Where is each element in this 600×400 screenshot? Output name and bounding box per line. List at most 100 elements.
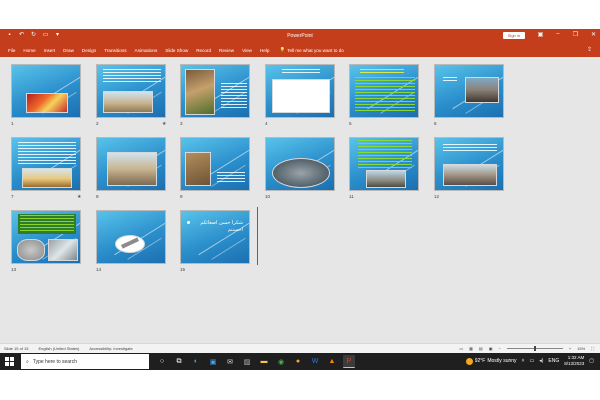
sign-in-button[interactable]: Sign in (502, 32, 525, 39)
photos-icon[interactable]: ▨ (241, 355, 253, 368)
clock[interactable]: 1:32 AM 8/13/2023 (564, 355, 584, 367)
slide-image (443, 164, 497, 186)
volume-icon[interactable]: ◂) (539, 358, 543, 364)
tab-record[interactable]: Record (196, 48, 211, 53)
transition-star-icon[interactable]: ★ (77, 194, 81, 200)
slide-image (366, 170, 406, 188)
weather-temp: 92°F (474, 358, 486, 364)
slide-thumbnail[interactable] (96, 210, 166, 264)
slide-sorter-view-icon[interactable]: ▦ (469, 346, 473, 351)
language-indicator[interactable]: English (United States) (38, 346, 79, 351)
tab-slide-show[interactable]: Slide Show (165, 48, 188, 53)
slide-thumbnail[interactable] (180, 64, 250, 118)
bullet-icon (187, 221, 190, 224)
slide-thumbnail[interactable] (434, 137, 504, 191)
normal-view-icon[interactable]: ▭ (459, 346, 463, 351)
notifications-icon[interactable]: ▢ (589, 358, 594, 364)
slide-image (103, 91, 153, 113)
slide-thumbnail[interactable] (11, 64, 81, 118)
weather-widget[interactable]: 92°F Mostly sunny (465, 357, 517, 365)
tab-view[interactable]: View (242, 48, 252, 53)
tab-help[interactable]: Help (260, 48, 269, 53)
slide-thumbnail[interactable] (349, 137, 419, 191)
file-explorer-icon[interactable]: ▬ (258, 355, 270, 368)
zoom-out-icon[interactable]: − (498, 346, 500, 351)
slide-image (22, 168, 72, 188)
slide-thumbnail[interactable] (11, 210, 81, 264)
mail-icon[interactable]: ✉ (224, 355, 236, 368)
edge-icon[interactable]: ◐ (190, 355, 202, 368)
transition-star-icon[interactable]: ★ (162, 121, 166, 127)
language-indicator-taskbar[interactable]: ENG (548, 358, 559, 364)
slide-thumbnail[interactable] (11, 137, 81, 191)
chrome-icon[interactable]: ◉ (275, 355, 287, 368)
slide-thumbnail[interactable] (96, 64, 166, 118)
share-icon[interactable]: ⇪ (587, 46, 592, 53)
slide-thumbnail[interactable] (265, 137, 335, 191)
slide-text-block (103, 69, 161, 83)
firefox-icon[interactable]: ● (292, 355, 304, 368)
slide-number: 9 (180, 194, 183, 199)
window-controls: ▣ – ❐ ✕ (538, 31, 596, 38)
tab-review[interactable]: Review (219, 48, 234, 53)
slide-title-line: شكرا حسن اصغائكم (200, 220, 243, 226)
reading-view-icon[interactable]: ▤ (479, 346, 483, 351)
close-button[interactable]: ✕ (591, 31, 596, 38)
cortana-icon[interactable]: ○ (156, 355, 168, 368)
slide-thumbnail[interactable] (180, 137, 250, 191)
tab-home[interactable]: Home (23, 48, 35, 53)
tab-file[interactable]: File (8, 48, 15, 53)
slide-number: 6 (434, 121, 437, 126)
tab-animations[interactable]: Animations (135, 48, 158, 53)
slide-text-block (18, 142, 76, 164)
powerpoint-icon[interactable]: P (343, 355, 355, 368)
slide-text-block (282, 69, 320, 75)
slide-number: 4 (265, 121, 268, 126)
sun-icon (465, 357, 473, 365)
insertion-marker (257, 207, 258, 265)
zoom-in-icon[interactable]: + (569, 346, 571, 351)
slide-number: 5 (349, 121, 352, 126)
slide-image (185, 69, 215, 115)
zoom-slider[interactable] (506, 346, 563, 351)
tell-me-box[interactable]: 💡 Tell me what you want to do (279, 47, 343, 53)
search-icon: ⌕ (26, 358, 29, 365)
slide-number: 3 (180, 121, 183, 126)
slide-counter: Slide 15 of 15 (4, 346, 29, 351)
clock-date: 8/13/2023 (564, 361, 585, 366)
taskbar-search-box[interactable]: ⌕ Type here to search (21, 354, 149, 369)
ribbon-display-icon[interactable]: ▣ (538, 31, 544, 38)
slide-number: 10 (265, 194, 271, 199)
slide-text-block (217, 172, 245, 182)
task-view-icon[interactable]: ⧉ (173, 355, 185, 368)
slide-thumbnail[interactable] (96, 137, 166, 191)
chevron-up-icon[interactable]: ˄ (522, 358, 525, 364)
tab-transitions[interactable]: Transitions (104, 48, 126, 53)
windows-start-icon[interactable] (5, 357, 14, 366)
microsoft-store-icon[interactable]: ▣ (207, 355, 219, 368)
title-bar: ▪ ↶ ↻ ▭ ▾ PowerPoint Sign in ▣ – ❐ ✕ (0, 29, 600, 43)
accessibility-status[interactable]: Accessibility: Investigate (89, 346, 132, 351)
tab-draw[interactable]: Draw (63, 48, 74, 53)
slideshow-view-icon[interactable]: ▣ (489, 346, 493, 351)
maximize-button[interactable]: ❐ (573, 31, 578, 38)
slide-thumbnail[interactable]: شكرا حسن اصغائكم احسنتم (180, 210, 250, 264)
fit-slide-icon[interactable]: ⛶ (591, 346, 594, 351)
slide-sorter: 1 2 ★ 3 4 5 6 7 ★ 8 9 10 11 12 شكرا حسن … (0, 57, 600, 343)
minimize-button[interactable]: – (556, 31, 559, 38)
word-icon[interactable]: W (309, 355, 321, 368)
slide-number: 13 (11, 267, 17, 272)
slide-number: 1 (11, 121, 14, 126)
slide-image (17, 239, 45, 261)
slide-image (48, 239, 78, 261)
slide-text-block (360, 69, 404, 75)
tab-insert[interactable]: Insert (44, 48, 56, 53)
slide-thumbnail[interactable] (349, 64, 419, 118)
slide-thumbnail[interactable] (434, 64, 504, 118)
zoom-level[interactable]: 15% (577, 346, 585, 351)
network-icon[interactable]: ▭ (529, 358, 534, 364)
system-tray: 92°F Mostly sunny ˄ ▭ ◂) ENG 1:32 AM 8/1… (465, 355, 594, 367)
tab-design[interactable]: Design (82, 48, 96, 53)
slide-thumbnail[interactable] (265, 64, 335, 118)
vlc-icon[interactable]: ▲ (326, 355, 338, 368)
